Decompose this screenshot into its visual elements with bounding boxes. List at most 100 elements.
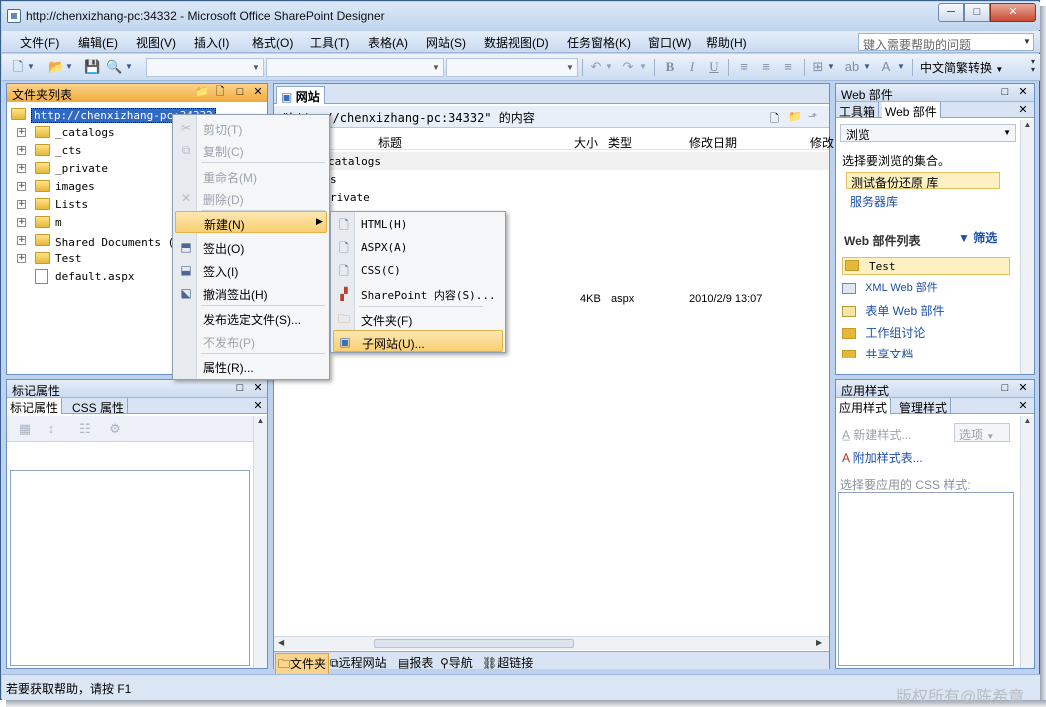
highlight-icon[interactable]: ab	[844, 59, 860, 75]
horizontal-scrollbar[interactable]: ◀ ▶	[274, 636, 829, 650]
menu-format[interactable]: 格式(O)	[252, 34, 293, 51]
scroll-up-icon[interactable]: ▲	[254, 416, 267, 425]
underline-icon[interactable]: U	[706, 59, 722, 75]
sort-az-icon[interactable]: ↕	[43, 421, 59, 437]
scrollbar-thumb[interactable]	[374, 639, 574, 648]
font-size-combo[interactable]: ▼	[446, 58, 578, 77]
menu-item-new[interactable]: 新建(N) ▶	[175, 211, 327, 233]
menu-item-copy[interactable]: ⧉ 复制(C)	[175, 139, 327, 161]
redo-dropdown-icon[interactable]: ▼	[638, 59, 648, 75]
column-modified-date[interactable]: 修改日期	[689, 134, 737, 151]
browse-dropdown[interactable]: 浏览 ▼	[840, 124, 1016, 142]
menu-task-panes[interactable]: 任务窗格(K)	[567, 34, 631, 51]
view-tab-hyperlinks[interactable]: ⛓超链接	[482, 654, 533, 671]
property-pages-icon[interactable]: ⚙	[107, 421, 123, 437]
submenu-item-folder[interactable]: 🗀 文件夹(F)	[333, 308, 503, 330]
expand-icon[interactable]: +	[17, 236, 26, 245]
web-part-item-xml[interactable]: XML Web 部件	[842, 279, 938, 295]
view-tab-remote-site[interactable]: ⧉远程网站	[330, 654, 387, 671]
align-center-icon[interactable]: ≡	[758, 59, 774, 75]
show-set-properties-icon[interactable]: ☷	[77, 421, 93, 437]
style-combo[interactable]: ▼	[146, 58, 264, 77]
open-folder-icon[interactable]: 📂	[48, 59, 64, 75]
menu-data-view[interactable]: 数据视图(D)	[484, 34, 549, 51]
collection-item-server-gallery[interactable]: 服务器库	[850, 193, 898, 210]
preview-dropdown-icon[interactable]: ▼	[124, 59, 134, 75]
categorize-icon[interactable]: ▦	[17, 421, 33, 437]
open-dropdown-icon[interactable]: ▼	[64, 59, 74, 75]
minimize-button[interactable]: ─	[938, 3, 964, 22]
menu-item-rename[interactable]: 重命名(M)	[175, 165, 327, 187]
css-styles-list[interactable]	[838, 492, 1014, 666]
chinese-conversion-button[interactable]: 中文简繁转换 ▼	[920, 59, 1003, 76]
menu-item-cut[interactable]: ✂ 剪切(T)	[175, 117, 327, 139]
web-part-item-discussion[interactable]: 工作组讨论	[842, 324, 925, 341]
align-right-icon[interactable]: ≡	[780, 59, 796, 75]
align-left-icon[interactable]: ≡	[736, 59, 752, 75]
scroll-left-icon[interactable]: ◀	[278, 638, 284, 647]
expand-icon[interactable]: +	[17, 164, 26, 173]
menu-item-check-in[interactable]: ⬓ 签入(I)	[175, 259, 327, 281]
column-title[interactable]: 标题	[378, 134, 402, 151]
scroll-right-icon[interactable]: ▶	[816, 638, 822, 647]
tab-close-icon[interactable]: ✕	[1016, 103, 1030, 117]
menu-item-check-out[interactable]: ⬒ 签出(O)	[175, 236, 327, 258]
view-tab-navigation[interactable]: ⚲导航	[440, 654, 473, 671]
menu-item-properties[interactable]: 属性(R)...	[175, 355, 327, 377]
undo-dropdown-icon[interactable]: ▼	[604, 59, 614, 75]
options-button[interactable]: 选项 ▼	[954, 423, 1010, 442]
web-part-item-form[interactable]: 表单 Web 部件	[842, 302, 944, 319]
toolbar-options-icon[interactable]: ▾ ▾	[1028, 58, 1038, 77]
menu-edit[interactable]: 编辑(E)	[78, 34, 118, 51]
panel-close-icon[interactable]: ✕	[251, 381, 265, 395]
maximize-button[interactable]: □	[964, 3, 990, 22]
panel-maximize-icon[interactable]: □	[233, 85, 247, 99]
panel-maximize-icon[interactable]: □	[998, 85, 1012, 99]
submenu-item-subsite[interactable]: ▣ 子网站(U)...	[333, 330, 503, 352]
panel-close-icon[interactable]: ✕	[1016, 381, 1030, 395]
expand-icon[interactable]: +	[17, 128, 26, 137]
new-page-icon[interactable]: 🗋	[770, 110, 779, 129]
panel-close-icon[interactable]: ✕	[1016, 85, 1030, 99]
submenu-item-css[interactable]: 🗋 CSS(C)	[333, 260, 503, 282]
expand-icon[interactable]: +	[17, 200, 26, 209]
menu-site[interactable]: 网站(S)	[426, 34, 466, 51]
table-row[interactable]: s	[274, 170, 829, 188]
highlight-dropdown-icon[interactable]: ▼	[862, 59, 872, 75]
vertical-scrollbar[interactable]: ▲	[253, 416, 267, 668]
scroll-up-icon[interactable]: ▲	[1021, 416, 1034, 425]
undo-icon[interactable]: ↶	[588, 59, 604, 75]
tab-web-parts[interactable]: Web 部件	[882, 102, 941, 119]
borders-icon[interactable]: ⊞	[810, 59, 826, 75]
menu-table[interactable]: 表格(A)	[368, 34, 408, 51]
chevron-down-icon[interactable]: ▼	[1022, 35, 1032, 49]
table-row[interactable]: catalogs	[274, 152, 829, 170]
menu-insert[interactable]: 插入(I)	[194, 34, 229, 51]
menu-file[interactable]: 文件(F)	[20, 34, 59, 51]
italic-icon[interactable]: I	[684, 59, 700, 75]
menu-item-delete[interactable]: ✕ 删除(D)	[175, 187, 327, 209]
tab-toolbox[interactable]: 工具箱	[836, 102, 880, 119]
up-folder-icon[interactable]: ⬏	[808, 110, 817, 123]
help-search-input[interactable]: 键入需要帮助的问题 ▼	[858, 33, 1034, 51]
menu-view[interactable]: 视图(V)	[136, 34, 176, 51]
redo-icon[interactable]: ↷	[620, 59, 636, 75]
web-part-item-shared-docs[interactable]: 共享文档	[842, 346, 913, 358]
tab-close-icon[interactable]: ✕	[1016, 399, 1030, 413]
borders-dropdown-icon[interactable]: ▼	[826, 59, 836, 75]
panel-close-icon[interactable]: ✕	[251, 85, 265, 99]
expand-icon[interactable]: +	[17, 254, 26, 263]
bold-icon[interactable]: B	[662, 59, 678, 75]
view-tab-reports[interactable]: ▤报表	[398, 654, 433, 671]
submenu-item-aspx[interactable]: 🗋 ASPX(A)	[333, 237, 503, 259]
collection-item-selected[interactable]: 测试备份还原 库	[846, 172, 1000, 190]
expand-icon[interactable]: +	[17, 146, 26, 155]
expand-icon[interactable]: +	[17, 182, 26, 191]
menu-item-publish-selected[interactable]: 发布选定文件(S)...	[175, 307, 327, 329]
new-page-icon[interactable]: 🗋	[213, 85, 227, 99]
tab-apply-styles[interactable]: 应用样式	[836, 398, 892, 415]
tab-css-properties[interactable]: CSS 属性	[69, 398, 129, 415]
tab-manage-styles[interactable]: 管理样式	[896, 398, 952, 415]
menu-tools[interactable]: 工具(T)	[310, 34, 349, 51]
tag-properties-grid[interactable]	[10, 470, 250, 666]
